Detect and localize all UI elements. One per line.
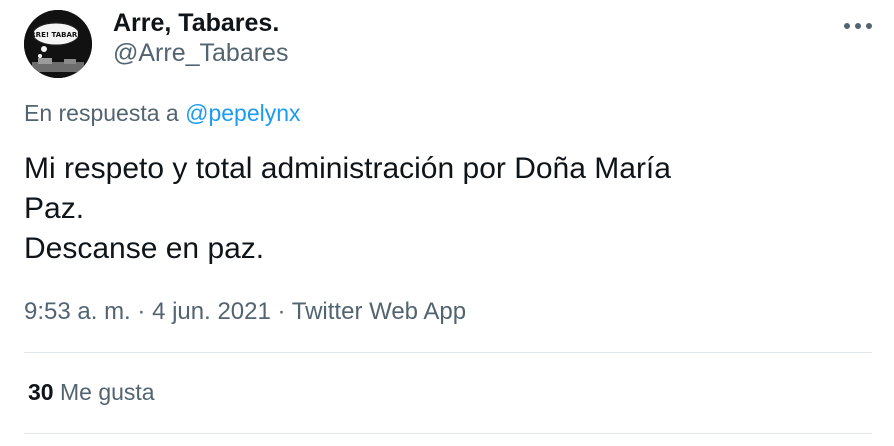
reply-prefix: En respuesta a — [24, 100, 179, 126]
avatar-logo-text: ARRE! TABARES — [25, 31, 87, 39]
likes-stat[interactable]: 30 Me gusta — [28, 376, 155, 408]
tweet-source[interactable]: Twitter Web App — [292, 298, 466, 325]
meta-separator: · — [277, 298, 286, 325]
tweet-text-line: Paz. — [24, 192, 85, 225]
more-horizontal-icon — [844, 23, 872, 29]
divider — [24, 352, 872, 353]
tweet-text-line: Mi respeto y total administración por Do… — [24, 152, 671, 185]
avatar-image: ARRE! TABARES — [24, 10, 92, 78]
reply-context: En respuesta a @pepelynx — [24, 98, 301, 128]
likes-count: 30 — [28, 379, 54, 405]
tweet-text: Mi respeto y total administración por Do… — [24, 149, 864, 269]
divider — [24, 433, 872, 434]
tweet-metadata: 9:53 a. m. · 4 jun. 2021 · Twitter Web A… — [24, 296, 466, 328]
likes-label: Me gusta — [59, 379, 155, 405]
user-display-name[interactable]: Arre, Tabares. — [113, 8, 279, 38]
user-handle[interactable]: @Arre_Tabares — [113, 38, 288, 68]
tweet-time[interactable]: 9:53 a. m. — [24, 298, 131, 325]
tweet-date[interactable]: 4 jun. 2021 — [152, 298, 271, 325]
more-options-button[interactable] — [838, 14, 878, 38]
tweet-text-line: Descanse en paz. — [24, 232, 265, 265]
meta-separator: · — [137, 298, 146, 325]
avatar[interactable]: ARRE! TABARES — [24, 10, 92, 78]
reply-handle-link[interactable]: @pepelynx — [185, 100, 300, 126]
